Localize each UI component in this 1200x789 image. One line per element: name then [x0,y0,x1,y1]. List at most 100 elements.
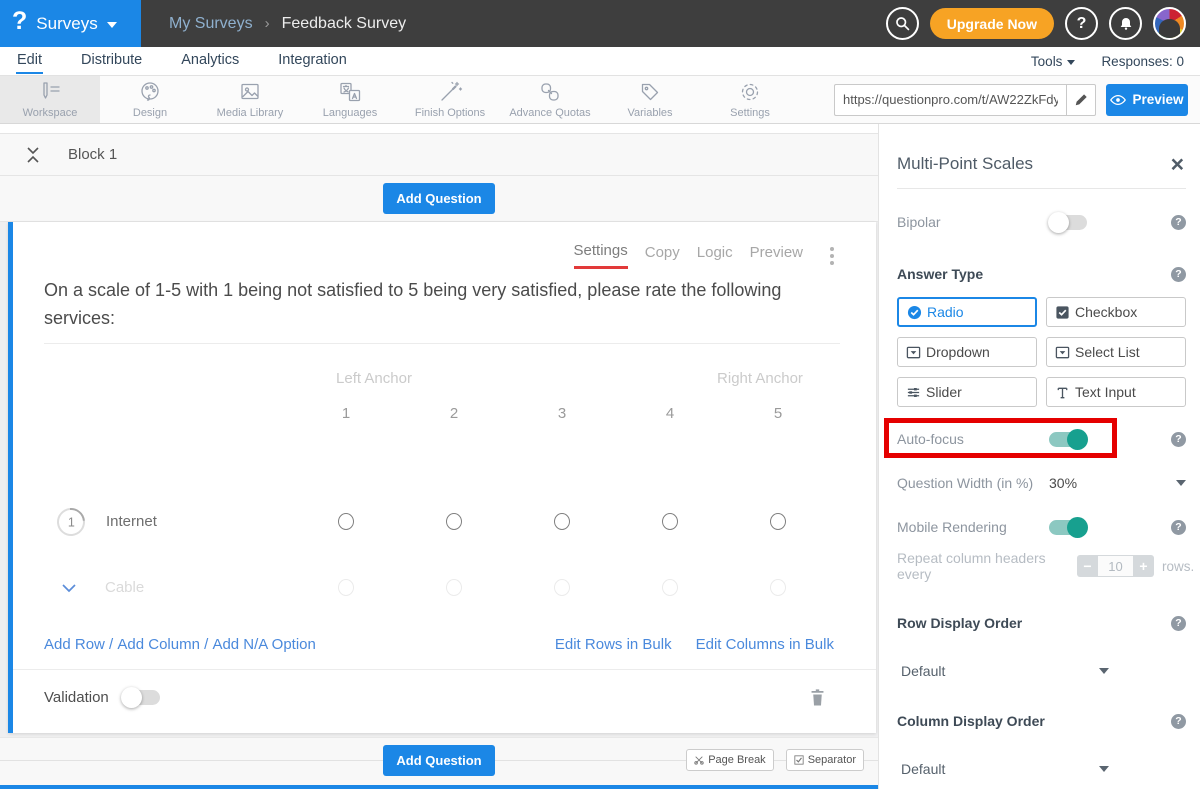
tool-finish-options[interactable]: Finish Options [400,76,500,123]
mobile-rendering-toggle[interactable] [1049,520,1087,535]
tool-settings[interactable]: Settings [700,76,800,123]
scale-column-5[interactable]: 5 [724,405,832,422]
upgrade-now-button[interactable]: Upgrade Now [930,8,1054,39]
separator-button[interactable]: Separator [786,749,864,771]
radio-cable-3[interactable] [554,579,570,596]
chevron-down-icon[interactable] [61,583,77,593]
question-width-value[interactable]: 30% [1049,475,1077,491]
preview-button[interactable]: Preview [1106,84,1188,116]
scale-column-1[interactable]: 1 [292,405,400,422]
chevron-down-icon [1099,766,1109,772]
answer-type-label: Answer Type [897,266,1049,282]
tool-languages[interactable]: Languages [300,76,400,123]
column-display-order-select[interactable]: Default [897,761,1109,777]
answer-type-dropdown[interactable]: Dropdown [897,337,1037,367]
question-number-badge: 1 [51,502,90,541]
delete-question-button[interactable] [809,687,826,707]
question-more-menu[interactable] [826,245,838,267]
tool-advance-quotas[interactable]: Advance Quotas [500,76,600,123]
answer-type-slider[interactable]: Slider [897,377,1037,407]
question-text[interactable]: On a scale of 1-5 with 1 being not satis… [44,277,819,333]
radio-internet-4[interactable] [662,513,678,530]
survey-url-input[interactable] [834,84,1066,116]
stepper-plus-button[interactable] [1133,555,1154,577]
radio-internet-3[interactable] [554,513,570,530]
add-question-strip: Add Question [0,176,878,222]
validation-toggle[interactable] [122,690,160,705]
add-row-link[interactable]: Add Row [44,636,105,653]
help-icon[interactable] [1171,432,1186,447]
help-icon[interactable] [1171,714,1186,729]
responses-count[interactable]: Responses: 0 [1101,54,1184,69]
block-header: Block 1 [0,133,878,176]
question-tab-settings[interactable]: Settings [574,242,628,269]
block-title[interactable]: Block 1 [68,146,117,163]
tab-edit[interactable]: Edit [16,49,43,74]
radio-cable-5[interactable] [770,579,786,596]
right-anchor-input[interactable]: Right Anchor [717,370,803,387]
scale-column-2[interactable]: 2 [400,405,508,422]
row-label-internet[interactable]: Internet [106,513,157,530]
tab-integration[interactable]: Integration [277,49,348,74]
tab-distribute[interactable]: Distribute [80,49,143,74]
question-tab-preview[interactable]: Preview [750,244,803,268]
help-icon[interactable] [1171,520,1186,535]
help-button[interactable]: ? [1065,7,1098,40]
tool-media-library[interactable]: Media Library [200,76,300,123]
tool-variables[interactable]: Variables [600,76,700,123]
answer-type-select-list[interactable]: Select List [1046,337,1186,367]
help-icon[interactable] [1171,616,1186,631]
scale-columns-row: 1 2 3 4 5 [44,405,840,422]
search-button[interactable] [886,7,919,40]
answer-type-text-input[interactable]: Text Input [1046,377,1186,407]
chevron-down-icon [1099,668,1109,674]
collapse-block-icon[interactable] [26,146,40,164]
row-label-cable[interactable]: Cable [105,579,144,596]
stepper-value[interactable]: 10 [1098,555,1133,577]
edit-rows-bulk-link[interactable]: Edit Rows in Bulk [555,636,672,653]
scale-column-3[interactable]: 3 [508,405,616,422]
radio-cable-1[interactable] [338,579,354,596]
page-break-button[interactable]: Page Break [686,749,773,771]
chevron-down-icon[interactable] [1176,480,1186,486]
help-icon[interactable] [1171,267,1186,282]
scale-column-4[interactable]: 4 [616,405,724,422]
left-anchor-input[interactable]: Left Anchor [336,370,412,387]
radio-internet-1[interactable] [338,513,354,530]
validation-row: Validation [44,670,840,725]
add-question-button-top[interactable]: Add Question [383,183,494,214]
slider-lines-icon [906,385,921,400]
answer-type-radio[interactable]: Radio [897,297,1037,327]
edit-url-button[interactable] [1066,84,1096,116]
add-question-button-bottom[interactable]: Add Question [383,745,494,776]
tool-design[interactable]: Design [100,76,200,123]
add-na-option-link[interactable]: Add N/A Option [212,636,315,653]
close-panel-button[interactable]: × [1169,154,1186,174]
notifications-button[interactable] [1109,7,1142,40]
radio-cable-2[interactable] [446,579,462,596]
row-display-order-row: Row Display Order [897,612,1186,634]
tab-analytics[interactable]: Analytics [180,49,240,74]
checkbox-icon [1055,305,1070,320]
radio-internet-5[interactable] [770,513,786,530]
help-icon[interactable] [1171,215,1186,230]
radio-cable-4[interactable] [662,579,678,596]
radio-internet-2[interactable] [446,513,462,530]
avatar[interactable] [1153,7,1186,40]
question-links-row: Add Row / Add Column / Add N/A Option Ed… [44,636,840,653]
autofocus-toggle[interactable] [1049,432,1087,447]
radio-check-icon [907,305,922,320]
answer-type-checkbox[interactable]: Checkbox [1046,297,1186,327]
question-tab-logic[interactable]: Logic [697,244,733,268]
breadcrumb-my-surveys[interactable]: My Surveys [169,15,253,33]
row-display-order-select[interactable]: Default [897,663,1109,679]
tool-workspace[interactable]: Workspace [0,76,100,123]
question-tab-copy[interactable]: Copy [645,244,680,268]
stepper-minus-button[interactable] [1077,555,1098,577]
surveys-menu[interactable]: ? Surveys [0,0,141,47]
bipolar-toggle[interactable] [1049,215,1087,230]
answer-type-row: Answer Type [897,263,1186,285]
tools-menu[interactable]: Tools [1031,54,1076,69]
add-column-link[interactable]: Add Column [117,636,200,653]
edit-columns-bulk-link[interactable]: Edit Columns in Bulk [696,636,834,653]
